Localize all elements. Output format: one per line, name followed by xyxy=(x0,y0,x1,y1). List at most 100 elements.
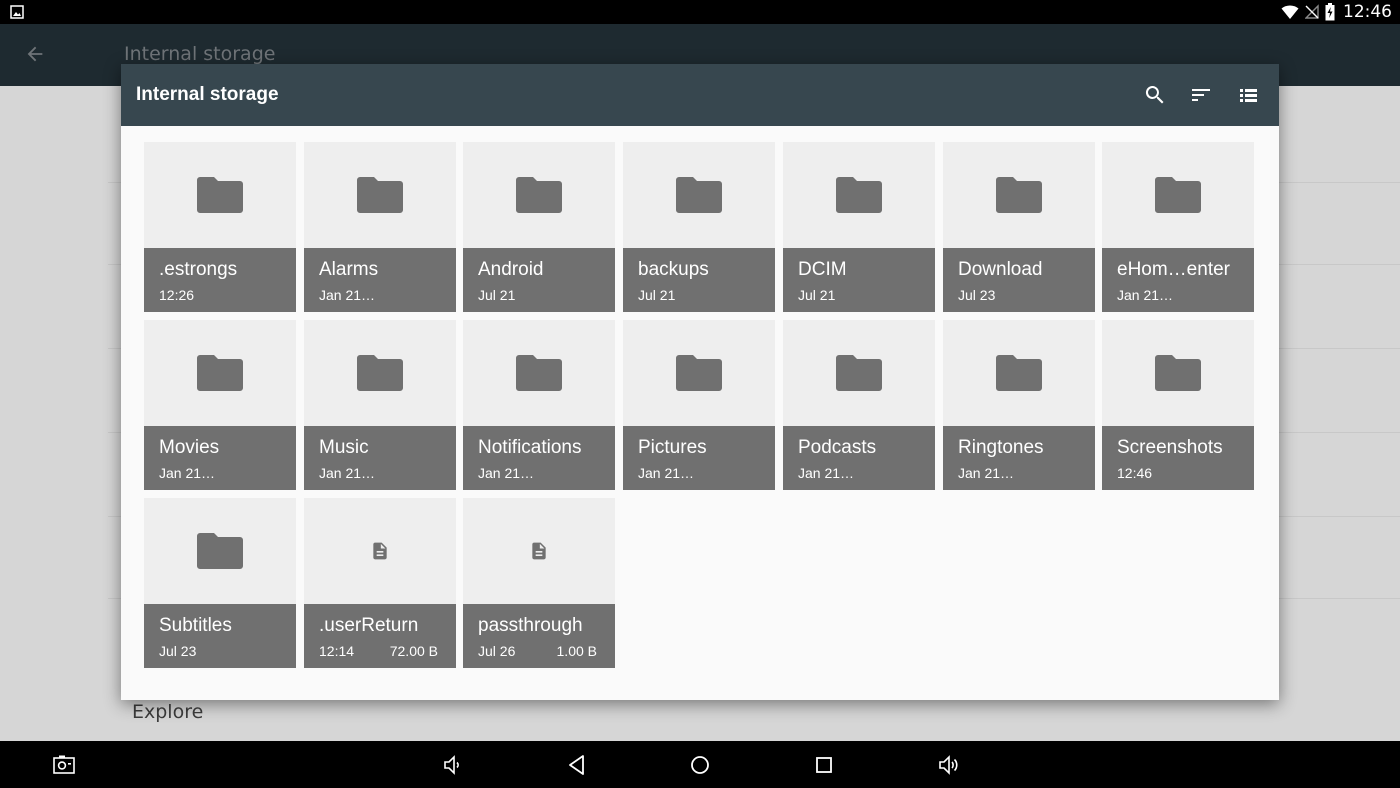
tile-thumbnail xyxy=(463,320,615,426)
file-date: 12:26 xyxy=(159,287,195,303)
tile-thumbnail xyxy=(1102,142,1254,248)
tile-label: .estrongs 12:26 xyxy=(144,248,296,312)
navigation-bar xyxy=(0,741,1400,788)
back-icon[interactable] xyxy=(565,753,589,777)
file-date: Jul 23 xyxy=(958,287,996,303)
tile-label: Podcasts Jan 21… xyxy=(783,426,935,490)
folder-icon xyxy=(836,355,882,391)
file-name: backups xyxy=(638,259,709,280)
tile-label: .userReturn 12:14 72.00 B xyxy=(304,604,456,668)
folder-tile[interactable]: Subtitles Jul 23 xyxy=(144,498,296,668)
arrow-back-icon[interactable] xyxy=(24,43,46,65)
tile-thumbnail xyxy=(304,320,456,426)
background-title: Internal storage xyxy=(124,43,276,65)
status-icons: 12:46 xyxy=(1281,0,1392,24)
file-name: passthrough xyxy=(478,615,583,636)
file-name: Podcasts xyxy=(798,437,877,458)
folder-tile[interactable]: Notifications Jan 21… xyxy=(463,320,615,490)
folder-tile[interactable]: Download Jul 23 xyxy=(943,142,1095,312)
file-name: eHom…enter xyxy=(1117,259,1230,280)
list-view-icon[interactable] xyxy=(1236,83,1260,107)
folder-tile[interactable]: Pictures Jan 21… xyxy=(623,320,775,490)
file-date: Jan 21… xyxy=(638,465,695,481)
tile-thumbnail xyxy=(304,142,456,248)
document-icon xyxy=(373,542,387,560)
folder-icon xyxy=(676,177,722,213)
tile-label: Android Jul 21 xyxy=(463,248,615,312)
folder-icon xyxy=(516,177,562,213)
volume-down-icon[interactable] xyxy=(440,753,464,777)
recents-icon[interactable] xyxy=(812,753,836,777)
tile-thumbnail xyxy=(1102,320,1254,426)
tile-label: passthrough Jul 26 1.00 B xyxy=(463,604,615,668)
file-name: .userReturn xyxy=(319,615,419,636)
file-name: .estrongs xyxy=(159,259,238,280)
tile-label: Notifications Jan 21… xyxy=(463,426,615,490)
image-icon xyxy=(10,5,24,19)
file-tile[interactable]: passthrough Jul 26 1.00 B xyxy=(463,498,615,668)
tile-thumbnail xyxy=(783,320,935,426)
file-name: Pictures xyxy=(638,437,707,458)
file-name: Subtitles xyxy=(159,615,232,636)
file-date: Jul 21 xyxy=(478,287,516,303)
folder-icon xyxy=(197,355,243,391)
folder-icon xyxy=(357,355,403,391)
storage-dialog: Internal storage .estrongs 12:26 Alarms Jan… xyxy=(121,64,1279,700)
tile-label: Screenshots 12:46 xyxy=(1102,426,1254,490)
folder-tile[interactable]: Ringtones Jan 21… xyxy=(943,320,1095,490)
file-name: Movies xyxy=(159,437,220,458)
tile-label: Music Jan 21… xyxy=(304,426,456,490)
tile-thumbnail xyxy=(463,142,615,248)
file-date: Jul 26 xyxy=(478,643,516,659)
tile-thumbnail xyxy=(623,142,775,248)
tile-label: Alarms Jan 21… xyxy=(304,248,456,312)
tile-thumbnail xyxy=(943,142,1095,248)
tile-thumbnail xyxy=(144,320,296,426)
folder-tile[interactable]: Movies Jan 21… xyxy=(144,320,296,490)
folder-tile[interactable]: eHom…enter Jan 21… xyxy=(1102,142,1254,312)
file-date: Jul 23 xyxy=(159,643,197,659)
file-date: Jan 21… xyxy=(159,465,216,481)
sort-icon[interactable] xyxy=(1189,83,1213,107)
folder-tile[interactable]: Podcasts Jan 21… xyxy=(783,320,935,490)
file-date: Jul 21 xyxy=(638,287,676,303)
folder-tile[interactable]: Music Jan 21… xyxy=(304,320,456,490)
folder-icon xyxy=(996,177,1042,213)
dialog-header: Internal storage xyxy=(121,64,1279,126)
explore-item[interactable]: Explore xyxy=(132,701,203,723)
folder-icon xyxy=(676,355,722,391)
volume-up-icon[interactable] xyxy=(937,753,961,777)
folder-tile[interactable]: Alarms Jan 21… xyxy=(304,142,456,312)
folder-tile[interactable]: Screenshots 12:46 xyxy=(1102,320,1254,490)
tile-thumbnail xyxy=(623,320,775,426)
folder-icon xyxy=(836,177,882,213)
home-icon[interactable] xyxy=(688,753,712,777)
tile-label: DCIM Jul 21 xyxy=(783,248,935,312)
folder-icon xyxy=(996,355,1042,391)
file-date: Jan 21… xyxy=(1117,287,1174,303)
tile-label: backups Jul 21 xyxy=(623,248,775,312)
file-name: Music xyxy=(319,437,369,458)
folder-tile[interactable]: backups Jul 21 xyxy=(623,142,775,312)
tile-label: eHom…enter Jan 21… xyxy=(1102,248,1254,312)
file-tile[interactable]: .userReturn 12:14 72.00 B xyxy=(304,498,456,668)
file-name: Download xyxy=(958,259,1043,280)
no-signal-icon xyxy=(1305,4,1319,19)
file-name: DCIM xyxy=(798,259,847,280)
tile-thumbnail xyxy=(463,498,615,604)
file-name: Screenshots xyxy=(1117,437,1223,458)
folder-tile[interactable]: .estrongs 12:26 xyxy=(144,142,296,312)
file-name: Android xyxy=(478,259,544,280)
file-date: Jan 21… xyxy=(319,287,376,303)
screenshot-icon[interactable] xyxy=(52,753,76,777)
file-date: Jan 21… xyxy=(478,465,535,481)
battery-charging-icon xyxy=(1325,3,1335,21)
search-icon[interactable] xyxy=(1143,83,1167,107)
folder-tile[interactable]: DCIM Jul 21 xyxy=(783,142,935,312)
tile-label: Movies Jan 21… xyxy=(144,426,296,490)
clock: 12:46 xyxy=(1343,2,1392,22)
tile-thumbnail xyxy=(943,320,1095,426)
wifi-icon xyxy=(1281,5,1299,19)
folder-tile[interactable]: Android Jul 21 xyxy=(463,142,615,312)
file-name: Notifications xyxy=(478,437,582,458)
